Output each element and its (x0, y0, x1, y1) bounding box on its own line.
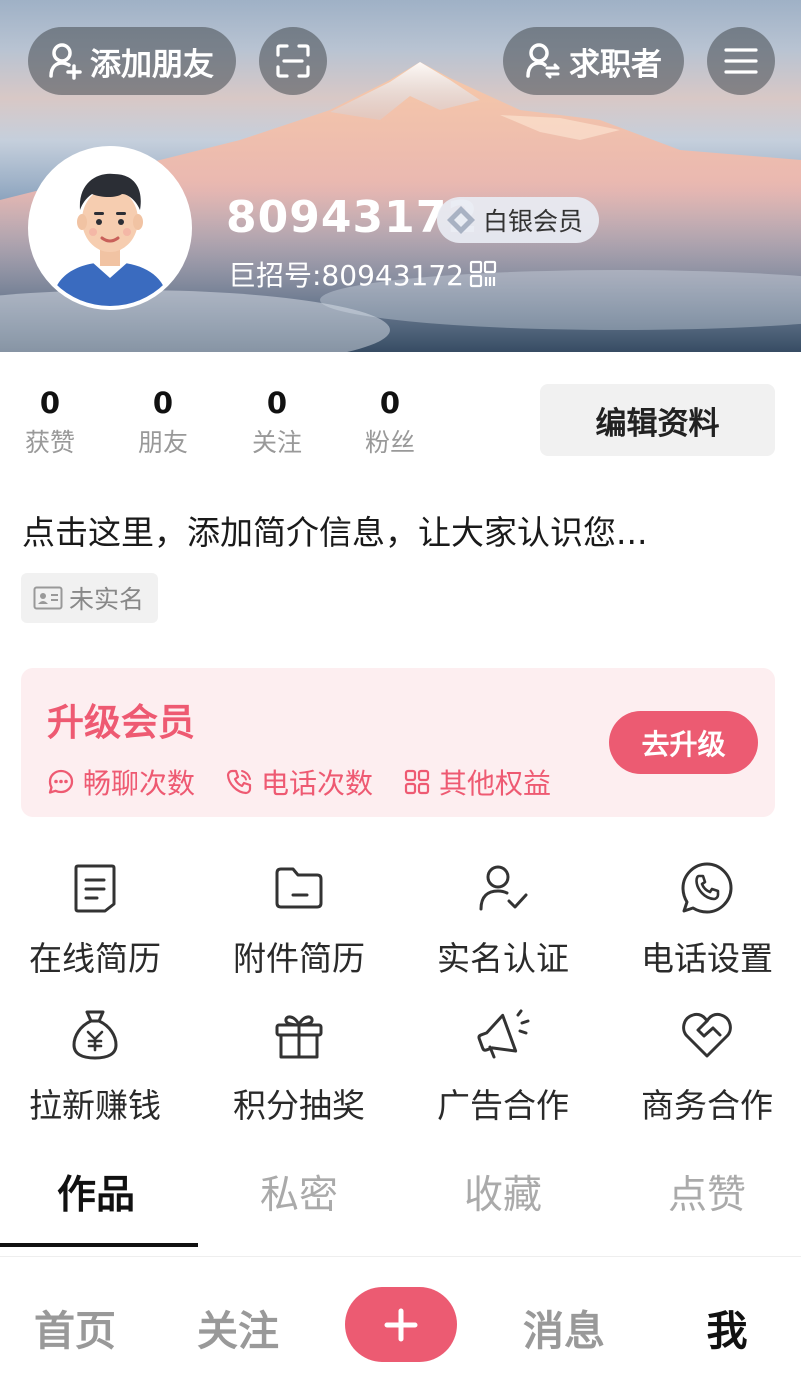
stat-following[interactable]: 0 关注 (237, 386, 317, 459)
nav-following[interactable]: 关注 (178, 1297, 298, 1357)
perk-phone-label: 电话次数 (261, 767, 374, 800)
tab-favorites[interactable]: 收藏 (403, 1164, 603, 1220)
nav-messages[interactable]: 消息 (504, 1297, 624, 1357)
grid-item-label: 电话设置 (641, 939, 773, 978)
qr-code-icon (469, 260, 497, 288)
tab-works[interactable]: 作品 (0, 1164, 196, 1220)
stat-value: 0 (152, 386, 174, 420)
grid-item-points-lottery[interactable]: 积分抽奖 (204, 1005, 394, 1127)
grid-item-phone-settings[interactable]: 电话设置 (612, 858, 801, 980)
grid-item-label: 实名认证 (437, 939, 569, 978)
grid-item-label: 商务合作 (641, 1086, 773, 1125)
scan-icon (276, 44, 310, 78)
member-level-badge[interactable]: 白银会员 (437, 197, 600, 243)
avatar-illustration (32, 150, 188, 306)
account-id-text: 巨招号:80943172 (228, 259, 464, 292)
member-level-label: 白银会员 (483, 207, 584, 236)
nav-home[interactable]: 首页 (15, 1297, 135, 1357)
grid-item-label: 在线简历 (29, 939, 161, 978)
grid-icon (404, 769, 430, 795)
menu-button[interactable] (707, 27, 775, 95)
perk-other-label: 其他权益 (439, 767, 552, 800)
chat-bubble-icon (48, 769, 74, 794)
edit-profile-button[interactable]: 编辑资料 (540, 384, 775, 456)
profile-header: 添加朋友 求职者 80943172 白银会员 巨招号:80943172 (0, 0, 801, 352)
grid-item-business-cooperation[interactable]: 商务合作 (612, 1005, 801, 1127)
stat-label: 朋友 (137, 428, 188, 457)
stat-label: 获赞 (24, 428, 75, 457)
user-switch-icon (526, 43, 560, 79)
grid-item-referral-earn[interactable]: 拉新赚钱 (0, 1005, 190, 1127)
avatar[interactable] (28, 146, 192, 310)
tab-liked[interactable]: 点赞 (607, 1164, 801, 1220)
add-friend-button[interactable]: 添加朋友 (28, 27, 236, 95)
megaphone-icon (473, 1005, 533, 1065)
account-id[interactable]: 巨招号:80943172 (228, 254, 498, 294)
vip-title: 升级会员 (47, 701, 195, 744)
money-bag-icon (65, 1005, 125, 1065)
stat-value: 0 (39, 386, 61, 420)
verification-status-label: 未实名 (69, 585, 145, 614)
folder-icon (269, 858, 329, 918)
perk-phone: 电话次数 (225, 762, 373, 802)
verification-status-chip[interactable]: 未实名 (21, 573, 159, 623)
stat-likes[interactable]: 0 获赞 (10, 386, 90, 459)
vip-upgrade-card[interactable]: 升级会员 畅聊次数 电话次数 其他权益 去升级 (21, 668, 775, 817)
grid-item-ad-cooperation[interactable]: 广告合作 (408, 1005, 598, 1127)
perk-chat-label: 畅聊次数 (83, 767, 196, 800)
stat-value: 0 (266, 386, 288, 420)
phone-icon (226, 769, 252, 795)
bio-text[interactable]: 点击这里，添加简介信息，让大家认识您... (22, 506, 647, 554)
stat-value: 0 (379, 386, 401, 420)
grid-item-attachment-resume[interactable]: 附件简历 (204, 858, 394, 980)
diamond-icon (447, 206, 475, 234)
jobseeker-switch-button[interactable]: 求职者 (503, 27, 684, 95)
stat-friends[interactable]: 0 朋友 (123, 386, 203, 459)
tab-private[interactable]: 私密 (199, 1164, 399, 1220)
active-tab-indicator (0, 1243, 198, 1247)
vip-perks: 畅聊次数 电话次数 其他权益 (47, 762, 581, 802)
stat-fans[interactable]: 0 粉丝 (350, 386, 430, 459)
handshake-heart-icon (677, 1005, 737, 1065)
stat-label: 粉丝 (364, 428, 415, 457)
grid-item-online-resume[interactable]: 在线简历 (0, 858, 190, 980)
perk-other: 其他权益 (403, 762, 551, 802)
jobseeker-label: 求职者 (569, 46, 662, 83)
nav-me[interactable]: 我 (667, 1297, 787, 1357)
add-user-icon (49, 43, 82, 80)
upgrade-button[interactable]: 去升级 (609, 711, 758, 774)
perk-chat: 畅聊次数 (47, 762, 195, 802)
phone-circle-icon (677, 858, 737, 918)
plus-icon (384, 1308, 418, 1341)
user-check-icon (473, 858, 533, 918)
gift-icon (269, 1005, 329, 1065)
hamburger-menu-icon (724, 48, 758, 74)
bottom-nav: 首页 关注 消息 我 (0, 1257, 801, 1374)
grid-item-label: 附件简历 (233, 939, 365, 978)
id-card-icon (33, 586, 63, 610)
grid-item-label: 拉新赚钱 (29, 1086, 161, 1125)
grid-item-label: 积分抽奖 (233, 1086, 365, 1125)
stat-label: 关注 (251, 428, 302, 457)
scan-button[interactable] (259, 27, 327, 95)
grid-item-label: 广告合作 (437, 1086, 569, 1125)
grid-item-real-name-auth[interactable]: 实名认证 (408, 858, 598, 980)
add-friend-label: 添加朋友 (90, 46, 214, 83)
create-post-button[interactable] (345, 1287, 457, 1362)
resume-icon (65, 858, 125, 918)
